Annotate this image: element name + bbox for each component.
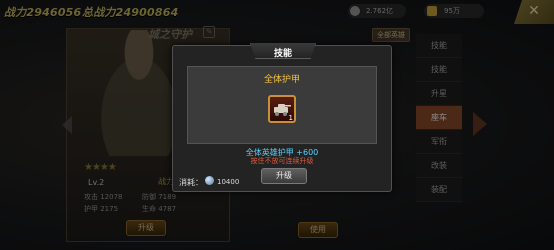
armor-skill-icon: 1 xyxy=(268,95,296,123)
cost-value: 10400 xyxy=(217,178,240,186)
hold-to-upgrade-hint: 按住不放可连续升级 xyxy=(250,157,314,165)
upgrade-button[interactable]: 升级 xyxy=(261,168,307,184)
skill-info-box: 全体护甲 1 全体英雄护甲 +600 xyxy=(187,66,377,157)
cost-label: 消耗： xyxy=(179,178,203,187)
modal-title: 技能 xyxy=(273,49,292,59)
skill-level: 1 xyxy=(288,114,293,122)
skill-modal: 技能 全体护甲 1 全体英雄护甲 +600 按住不放可连续升级 消耗： 1040… xyxy=(172,43,392,192)
skill-name: 全体护甲 xyxy=(263,75,300,85)
modal-header-tab: 技能 xyxy=(250,43,316,59)
coin-icon xyxy=(205,176,214,185)
